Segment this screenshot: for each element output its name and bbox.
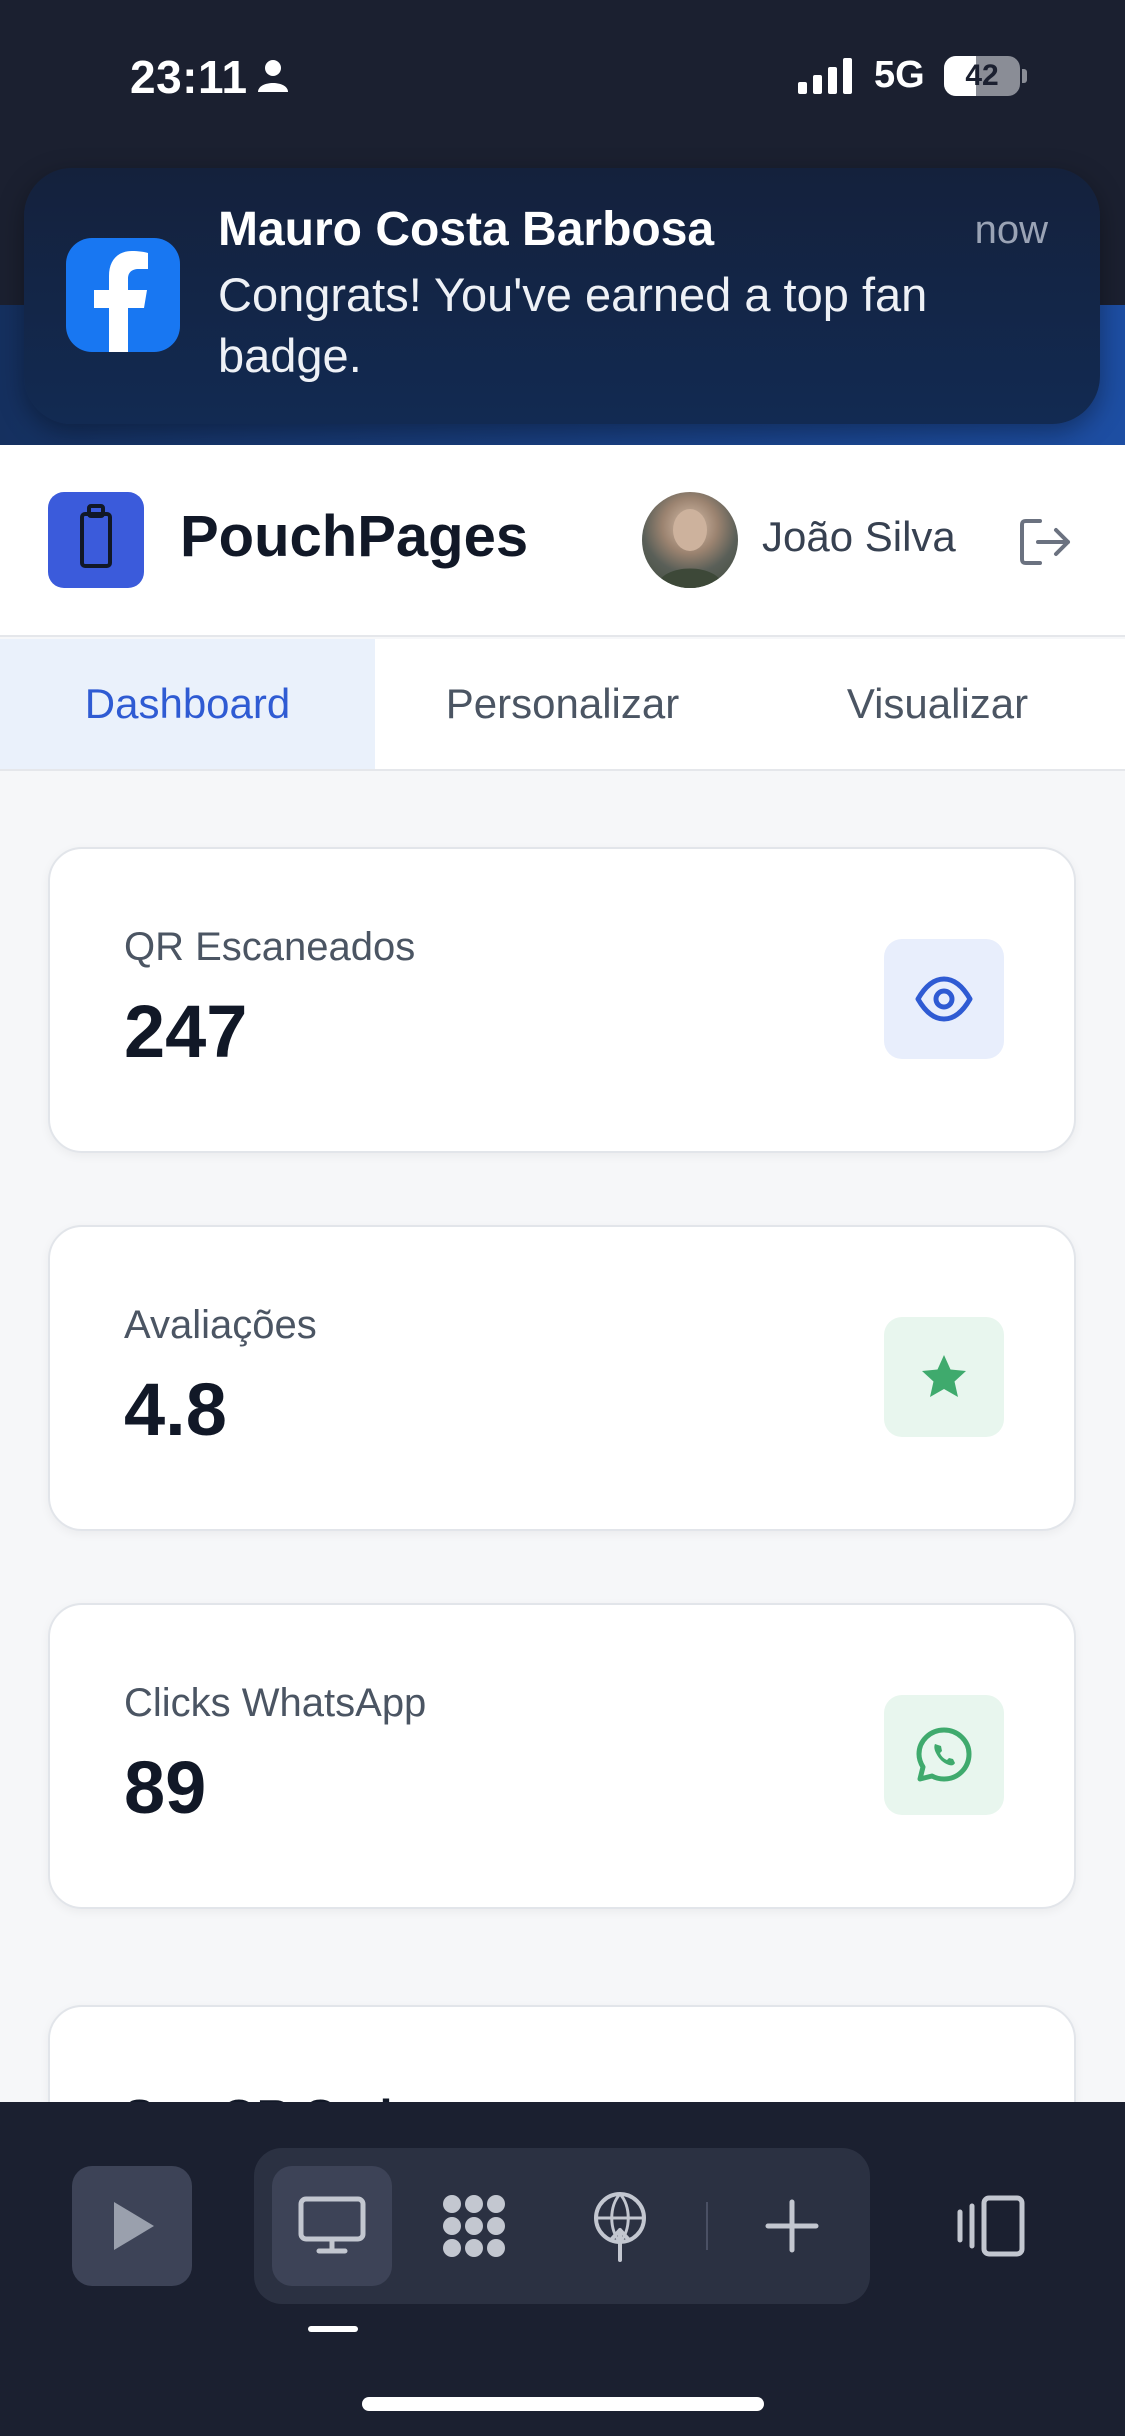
app-header: PouchPages João Silva	[0, 445, 1125, 637]
status-time: 23:11	[130, 51, 248, 103]
plus-icon[interactable]	[732, 2166, 852, 2286]
logout-icon[interactable]	[1018, 517, 1074, 567]
tab-bar: Dashboard Personalizar Visualizar	[0, 639, 1125, 771]
eye-icon	[884, 939, 1004, 1059]
stat-card-ratings: Avaliações 4.8	[48, 1225, 1076, 1531]
star-icon	[884, 1317, 1004, 1437]
browser-toolbar	[0, 2102, 1125, 2436]
notification-title: Mauro Costa Barbosa	[218, 203, 715, 256]
pouch-icon	[48, 492, 144, 588]
toolbar-group	[254, 2148, 870, 2304]
home-indicator	[362, 2397, 764, 2411]
tab-visualizar[interactable]: Visualizar	[750, 639, 1125, 769]
user-name: João Silva	[762, 513, 956, 560]
stat-value: 4.8	[124, 1368, 227, 1451]
stat-label: Avaliações	[124, 1303, 317, 1347]
facebook-icon	[66, 238, 180, 352]
broadcast-icon[interactable]	[560, 2166, 680, 2286]
toolbar-divider	[706, 2202, 708, 2250]
stat-value: 247	[124, 990, 248, 1073]
stat-label: QR Escaneados	[124, 925, 416, 969]
stat-value: 89	[124, 1746, 207, 1829]
push-notification[interactable]: Mauro Costa Barbosa now Congrats! You've…	[24, 168, 1100, 424]
stat-label: Clicks WhatsApp	[124, 1681, 427, 1725]
avatar[interactable]	[642, 492, 738, 588]
network-label: 5G	[874, 54, 925, 96]
person-icon	[258, 60, 288, 92]
battery-level: 42	[965, 59, 999, 92]
tab-personalizar[interactable]: Personalizar	[375, 639, 750, 769]
whatsapp-icon	[884, 1695, 1004, 1815]
stat-card-whatsapp-clicks: Clicks WhatsApp 89	[48, 1603, 1076, 1909]
signal-icon	[798, 58, 852, 94]
notification-body: Congrats! You've earned a top fan badge.	[218, 268, 928, 382]
battery-icon: 42	[944, 56, 1027, 96]
selected-indicator	[308, 2326, 358, 2332]
stat-card-qr-scans: QR Escaneados 247	[48, 847, 1076, 1153]
play-icon[interactable]	[72, 2166, 192, 2286]
tab-dashboard[interactable]: Dashboard	[0, 639, 375, 769]
apps-icon[interactable]	[414, 2166, 534, 2286]
multitask-icon[interactable]	[956, 2194, 1028, 2258]
desktop-icon[interactable]	[272, 2166, 392, 2286]
brand-name: PouchPages	[180, 504, 529, 569]
notification-time: now	[974, 208, 1048, 252]
